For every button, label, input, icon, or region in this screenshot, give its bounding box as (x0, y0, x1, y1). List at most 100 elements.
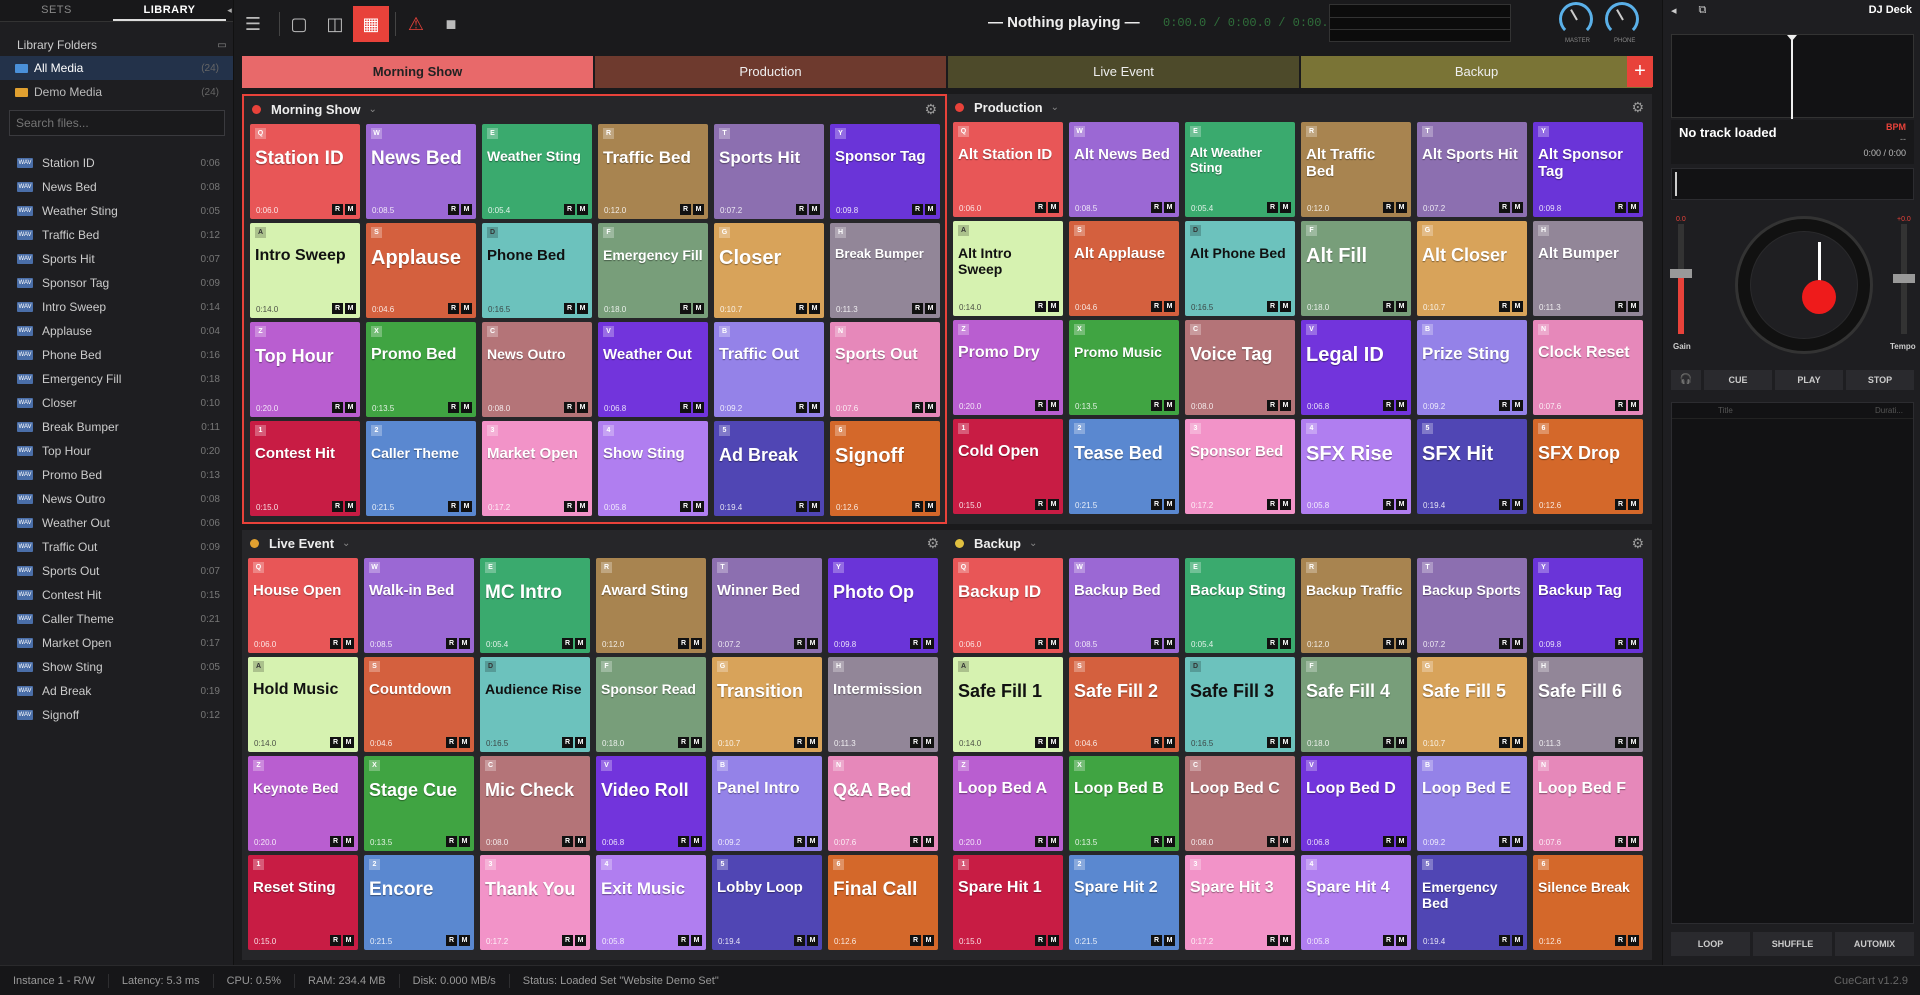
gear-icon[interactable]: ⚙ (926, 535, 939, 552)
repeat-button[interactable]: R (446, 836, 457, 847)
repeat-button[interactable]: R (1383, 935, 1394, 946)
mute-button[interactable]: M (343, 935, 354, 946)
mute-button[interactable]: M (345, 402, 356, 413)
cart-pad[interactable]: Q Backup ID 0:06.0 R M (953, 558, 1063, 653)
mute-button[interactable]: M (1396, 935, 1407, 946)
mute-button[interactable]: M (1280, 400, 1291, 411)
mute-button[interactable]: M (459, 935, 470, 946)
repeat-button[interactable]: R (1267, 638, 1278, 649)
cart-pad[interactable]: X Stage Cue 0:13.5 R M (364, 756, 474, 851)
repeat-button[interactable]: R (1267, 301, 1278, 312)
mute-button[interactable]: M (1048, 638, 1059, 649)
file-item[interactable]: WAV Top Hour 0:20 (0, 439, 233, 463)
cart-pad[interactable]: D Alt Phone Bed 0:16.5 R M (1185, 221, 1295, 316)
mute-button[interactable]: M (1164, 202, 1175, 213)
cart-pad[interactable]: 5 Lobby Loop 0:19.4 R M (712, 855, 822, 950)
repeat-button[interactable]: R (448, 501, 459, 512)
repeat-button[interactable]: R (796, 204, 807, 215)
folder-item[interactable]: Demo Media (24) (0, 80, 233, 104)
repeat-button[interactable]: R (678, 737, 689, 748)
cart-pad[interactable]: Q House Open 0:06.0 R M (248, 558, 358, 653)
warning-icon[interactable]: ⚠ (398, 6, 434, 42)
cart-pad[interactable]: Z Loop Bed A 0:20.0 R M (953, 756, 1063, 851)
gear-icon[interactable]: ⚙ (924, 101, 937, 118)
gear-icon[interactable]: ⚙ (1631, 535, 1644, 552)
cart-pad[interactable]: 3 Market Open 0:17.2 R M (482, 421, 592, 516)
automix-button[interactable]: AUTOMIX (1835, 932, 1914, 956)
cart-pad[interactable]: Z Promo Dry 0:20.0 R M (953, 320, 1063, 415)
mute-button[interactable]: M (1628, 836, 1639, 847)
mute-button[interactable]: M (1396, 301, 1407, 312)
cart-pad[interactable]: 1 Contest Hit 0:15.0 R M (250, 421, 360, 516)
repeat-button[interactable]: R (680, 303, 691, 314)
mute-button[interactable]: M (691, 935, 702, 946)
mute-button[interactable]: M (345, 303, 356, 314)
mute-button[interactable]: M (461, 303, 472, 314)
mute-button[interactable]: M (343, 638, 354, 649)
repeat-button[interactable]: R (1383, 836, 1394, 847)
repeat-button[interactable]: R (446, 638, 457, 649)
mute-button[interactable]: M (1164, 301, 1175, 312)
mute-button[interactable]: M (691, 638, 702, 649)
tempo-thumb[interactable] (1893, 274, 1915, 283)
mute-button[interactable]: M (807, 935, 818, 946)
cart-pad[interactable]: X Promo Bed 0:13.5 R M (366, 322, 476, 417)
mute-button[interactable]: M (1048, 202, 1059, 213)
cart-pad[interactable]: C Voice Tag 0:08.0 R M (1185, 320, 1295, 415)
repeat-button[interactable]: R (1499, 400, 1510, 411)
cart-pad[interactable]: H Alt Bumper 0:11.3 R M (1533, 221, 1643, 316)
panel-title[interactable]: Live Event (269, 536, 334, 551)
repeat-button[interactable]: R (680, 501, 691, 512)
mute-button[interactable]: M (809, 204, 820, 215)
repeat-button[interactable]: R (1383, 400, 1394, 411)
mute-button[interactable]: M (1512, 400, 1523, 411)
search-input[interactable] (9, 110, 225, 136)
mute-button[interactable]: M (1396, 737, 1407, 748)
mute-button[interactable]: M (693, 501, 704, 512)
panel-title[interactable]: Backup (974, 536, 1021, 551)
repeat-button[interactable]: R (912, 303, 923, 314)
cart-pad[interactable]: 5 Emergency Bed 0:19.4 R M (1417, 855, 1527, 950)
file-item[interactable]: WAV Sports Hit 0:07 (0, 247, 233, 271)
cart-pad[interactable]: 1 Spare Hit 1 0:15.0 R M (953, 855, 1063, 950)
repeat-button[interactable]: R (1499, 836, 1510, 847)
cart-pad[interactable]: Z Keynote Bed 0:20.0 R M (248, 756, 358, 851)
cart-pad[interactable]: 6 SFX Drop 0:12.6 R M (1533, 419, 1643, 514)
repeat-button[interactable]: R (1499, 499, 1510, 510)
mute-button[interactable]: M (1164, 400, 1175, 411)
gain-thumb[interactable] (1670, 268, 1692, 278)
repeat-button[interactable]: R (1615, 638, 1626, 649)
play-button[interactable]: PLAY (1775, 370, 1843, 390)
cart-pad[interactable]: B Loop Bed E 0:09.2 R M (1417, 756, 1527, 851)
panel-title[interactable]: Production (974, 100, 1043, 115)
cart-pad[interactable]: F Safe Fill 4 0:18.0 R M (1301, 657, 1411, 752)
repeat-button[interactable]: R (332, 501, 343, 512)
cart-pad[interactable]: T Alt Sports Hit 0:07.2 R M (1417, 122, 1527, 217)
mute-button[interactable]: M (345, 204, 356, 215)
repeat-button[interactable]: R (564, 204, 575, 215)
mute-button[interactable]: M (1164, 499, 1175, 510)
mute-button[interactable]: M (1628, 301, 1639, 312)
cart-pad[interactable]: B Prize Sting 0:09.2 R M (1417, 320, 1527, 415)
cart-pad[interactable]: G Transition 0:10.7 R M (712, 657, 822, 752)
repeat-button[interactable]: R (446, 935, 457, 946)
mute-button[interactable]: M (343, 836, 354, 847)
cart-pad[interactable]: V Legal ID 0:06.8 R M (1301, 320, 1411, 415)
mute-button[interactable]: M (1396, 638, 1407, 649)
loop-button[interactable]: LOOP (1671, 932, 1750, 956)
cart-pad[interactable]: 6 Signoff 0:12.6 R M (830, 421, 940, 516)
repeat-button[interactable]: R (562, 836, 573, 847)
repeat-button[interactable]: R (794, 638, 805, 649)
turntable-platter[interactable] (1735, 216, 1873, 354)
mute-button[interactable]: M (923, 935, 934, 946)
repeat-button[interactable]: R (1035, 400, 1046, 411)
mute-button[interactable]: M (1512, 638, 1523, 649)
cart-pad[interactable]: W News Bed 0:08.5 R M (366, 124, 476, 219)
repeat-button[interactable]: R (562, 737, 573, 748)
expand-icon[interactable]: ◂ (1671, 4, 1677, 17)
file-item[interactable]: WAV News Outro 0:08 (0, 487, 233, 511)
cart-pad[interactable]: H Break Bumper 0:11.3 R M (830, 223, 940, 318)
mute-button[interactable]: M (1048, 499, 1059, 510)
cart-pad[interactable]: A Safe Fill 1 0:14.0 R M (953, 657, 1063, 752)
mute-button[interactable]: M (925, 303, 936, 314)
